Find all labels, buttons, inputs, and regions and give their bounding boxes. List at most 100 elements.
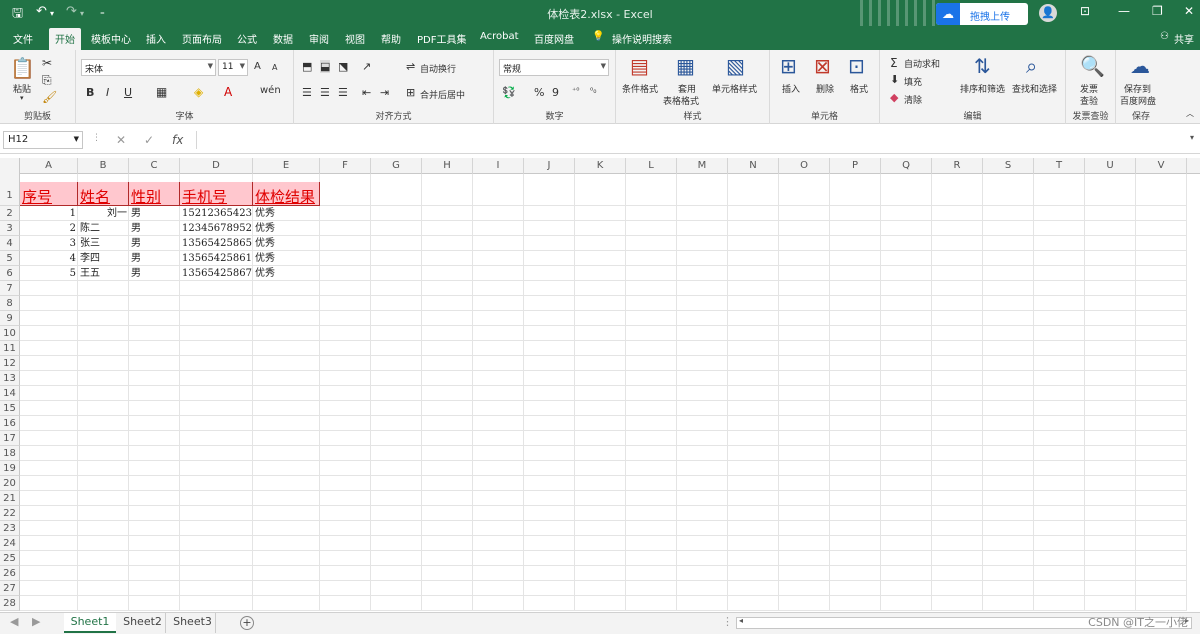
cell-name[interactable]: 李四 [78,251,129,266]
column-header-d[interactable]: D [180,158,253,174]
cell-result[interactable]: 优秀 [253,266,320,281]
tab-review[interactable]: 审阅 [309,31,329,46]
align-center-icon[interactable]: ☰ [320,86,330,99]
tab-page-layout[interactable]: 页面布局 [182,31,222,46]
column-header-n[interactable]: N [728,158,779,174]
tab-acrobat[interactable]: Acrobat [480,31,519,42]
align-left-icon[interactable]: ☰ [302,86,312,99]
collapse-ribbon-icon[interactable]: ︿ [1186,108,1194,119]
tab-templates[interactable]: 模板中心 [91,31,131,46]
restore-icon[interactable]: ❐ [1152,4,1163,18]
font-color-icon[interactable]: A [224,85,232,99]
avatar[interactable]: 👤 [1039,4,1057,22]
autosum-button[interactable]: 自动求和 [904,57,940,70]
cell-gender[interactable]: 男 [129,206,180,221]
row-header-4[interactable]: 4 [0,236,20,251]
cell-id[interactable]: 1 [20,206,78,221]
cell-header-result[interactable]: 体检结果 [253,182,320,206]
column-header-q[interactable]: Q [881,158,932,174]
delete-cells-button[interactable]: 删除 [816,82,834,95]
row-header-15[interactable]: 15 [0,401,20,416]
scroll-left-icon[interactable]: ◂ [739,616,743,625]
invoice-check-icon[interactable]: 🔍 [1080,54,1105,78]
upload-button[interactable]: ☁ 拖拽上传 [936,3,1028,25]
sort-filter-icon[interactable]: ⇅ [974,54,991,78]
row-header-28[interactable]: 28 [0,596,20,611]
comma-button[interactable]: 9 [552,86,559,99]
row-header-22[interactable]: 22 [0,506,20,521]
align-right-icon[interactable]: ☰ [338,86,348,99]
row-header-24[interactable]: 24 [0,536,20,551]
cell-header-name[interactable]: 姓名 [78,182,129,206]
cell-id[interactable]: 5 [20,266,78,281]
cell-name[interactable]: 张三 [78,236,129,251]
name-box[interactable]: H12 ▼ [3,131,83,149]
expand-formula-icon[interactable]: ▾ [1190,133,1194,142]
align-top-icon[interactable]: ⬒ [302,60,312,73]
underline-button[interactable]: U [124,86,132,99]
column-header-o[interactable]: O [779,158,830,174]
tab-baidu-netdisk[interactable]: 百度网盘 [534,31,574,46]
column-header-t[interactable]: T [1034,158,1085,174]
conditional-format-icon[interactable]: ▤ [630,54,649,78]
worksheet-grid[interactable]: ABCDEFGHIJKLMNOPQRSTUV 1 2 3 4 5 6 7 8 9 10 11 12 13… [0,158,1200,612]
row-header-17[interactable]: 17 [0,431,20,446]
column-header-v[interactable]: V [1136,158,1187,174]
row-header-13[interactable]: 13 [0,371,20,386]
phonetic-button[interactable]: wén [260,85,281,96]
column-header-a[interactable]: A [20,158,78,174]
increase-decimal-icon[interactable]: ⁺⁰ [572,86,579,95]
decrease-decimal-icon[interactable]: ⁰₀ [590,86,596,95]
share-icon[interactable]: ⚇ [1160,31,1169,42]
sort-filter-button[interactable]: 排序和筛选 [960,82,1005,95]
delete-cells-icon[interactable]: ⊠ [814,54,831,78]
italic-button[interactable]: I [106,86,109,99]
cell-phone[interactable]: 13565425865 [180,236,253,251]
row-header-6[interactable]: 6 [0,266,20,281]
next-sheet-icon[interactable]: ▶ [32,613,40,633]
tab-formulas[interactable]: 公式 [237,31,257,46]
add-sheet-button[interactable]: + [240,616,254,630]
cell-phone[interactable]: 13565425861 [180,251,253,266]
align-middle-icon[interactable]: ⬓ [320,60,331,73]
cell-header-phone[interactable]: 手机号 [180,182,253,206]
cell-name[interactable]: 刘一 [78,206,129,221]
paste-icon[interactable]: 📋 [10,56,35,80]
merge-center-button[interactable]: 合并后居中 [420,88,465,101]
enter-icon[interactable]: ✓ [144,133,154,147]
row-header-18[interactable]: 18 [0,446,20,461]
close-icon[interactable]: ✕ [1184,4,1194,18]
orientation-icon[interactable]: ↗ [362,60,371,73]
column-header-p[interactable]: P [830,158,881,174]
cell-gender[interactable]: 男 [129,236,180,251]
tab-view[interactable]: 视图 [345,31,365,46]
tab-data[interactable]: 数据 [273,31,293,46]
cell-result[interactable]: 优秀 [253,236,320,251]
cell-phone[interactable]: 13565425867 [180,266,253,281]
cell-name[interactable]: 陈二 [78,221,129,236]
format-table-icon[interactable]: ▦ [676,54,695,78]
share-button[interactable]: 共享 [1174,31,1194,46]
column-header-m[interactable]: M [677,158,728,174]
tab-home[interactable]: 开始 [49,28,81,50]
row-header-10[interactable]: 10 [0,326,20,341]
sheet-tab-sheet1[interactable]: Sheet1 [64,613,116,633]
row-header-20[interactable]: 20 [0,476,20,491]
cell-id[interactable]: 3 [20,236,78,251]
align-bottom-icon[interactable]: ⬔ [338,60,348,73]
cell-id[interactable]: 2 [20,221,78,236]
row-header-14[interactable]: 14 [0,386,20,401]
column-header-s[interactable]: S [983,158,1034,174]
row-header-26[interactable]: 26 [0,566,20,581]
formula-input[interactable] [196,131,1196,149]
column-header-u[interactable]: U [1085,158,1136,174]
autosum-icon[interactable]: Σ [890,56,898,70]
font-size-select[interactable]: 11 ▼ [218,59,248,76]
decrease-indent-icon[interactable]: ⇤ [362,86,371,99]
select-all-corner[interactable] [0,158,20,174]
row-header-23[interactable]: 23 [0,521,20,536]
row-header-7[interactable]: 7 [0,281,20,296]
column-header-i[interactable]: I [473,158,524,174]
cell-header-gender[interactable]: 性别 [129,182,180,206]
row-header-9[interactable]: 9 [0,311,20,326]
